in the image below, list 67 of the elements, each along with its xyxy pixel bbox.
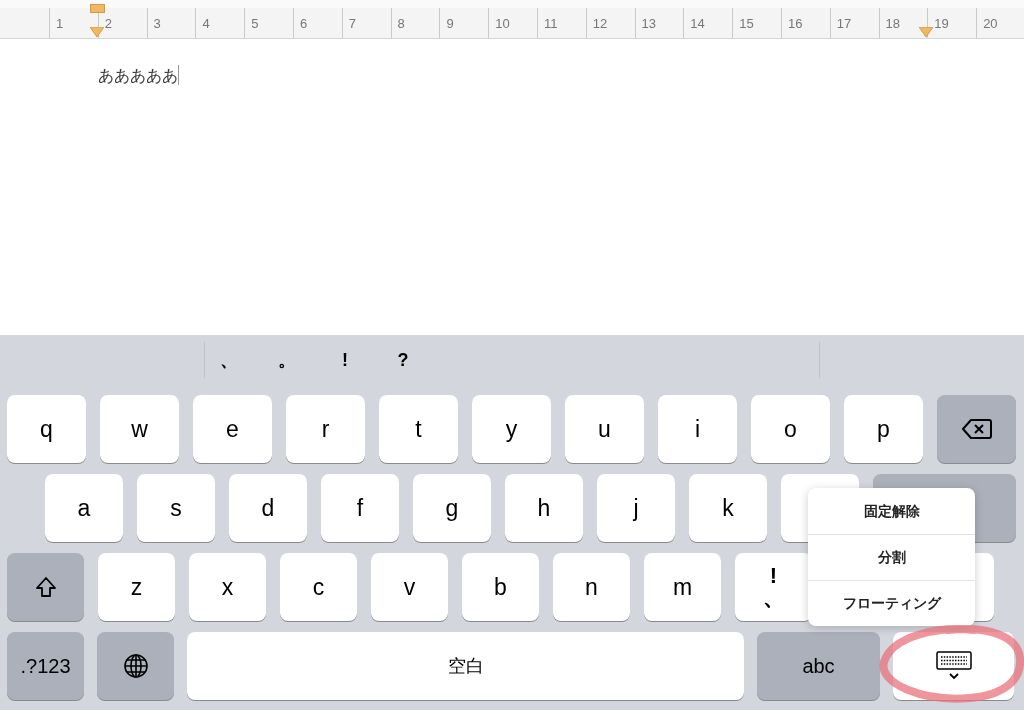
ruler-number: 17 <box>836 15 852 33</box>
ruler-number: 19 <box>934 15 949 33</box>
keyboard-hide-icon <box>935 651 972 681</box>
mode-key[interactable]: .?123 <box>7 632 84 700</box>
letter-key[interactable]: p <box>844 395 923 463</box>
letter-key[interactable]: x <box>189 553 266 621</box>
ruler-number: 2 <box>104 15 113 33</box>
ruler-number: 20 <box>983 15 998 33</box>
letter-key[interactable]: m <box>644 553 721 621</box>
globe-icon <box>122 653 149 679</box>
letter-key[interactable]: i <box>658 395 737 463</box>
letter-key[interactable]: a <box>45 474 123 542</box>
ruler-number: 13 <box>641 15 657 33</box>
ruler-number: 11 <box>543 15 558 33</box>
menu-item[interactable]: 固定解除 <box>808 488 975 534</box>
left-indent-marker-icon[interactable] <box>90 27 104 37</box>
ruler-number: 12 <box>592 15 608 33</box>
document-text: あああああ <box>98 65 178 87</box>
letter-key[interactable]: h <box>505 474 583 542</box>
candidate-punctuation[interactable]: 。 <box>277 346 297 374</box>
candidate-punctuation[interactable]: ? <box>393 346 413 374</box>
letter-key[interactable]: n <box>553 553 630 621</box>
ruler-number: 16 <box>787 15 803 33</box>
backspace-icon <box>961 418 992 440</box>
letter-key[interactable]: b <box>462 553 539 621</box>
letter-key[interactable]: t <box>379 395 458 463</box>
ruler-number: 9 <box>446 15 454 33</box>
letter-key[interactable]: o <box>751 395 830 463</box>
letter-key[interactable]: y <box>472 395 551 463</box>
shift-arrow-icon <box>34 576 57 598</box>
letter-key[interactable]: j <box>597 474 675 542</box>
menu-item[interactable]: 分割 <box>808 534 975 580</box>
ruler-number: 1 <box>56 15 64 33</box>
mode-key[interactable]: abc <box>757 632 880 700</box>
shift-key[interactable] <box>7 553 84 621</box>
letter-key[interactable]: s <box>137 474 215 542</box>
ruler-number: 3 <box>153 15 161 33</box>
ruler-number: 5 <box>251 15 259 33</box>
letter-key[interactable]: f <box>321 474 399 542</box>
letter-key[interactable]: z <box>98 553 175 621</box>
letter-key[interactable]: r <box>286 395 365 463</box>
letter-key[interactable]: v <box>371 553 448 621</box>
candidate-punctuation[interactable]: ! <box>335 346 355 374</box>
ruler-number: 14 <box>690 15 705 33</box>
letter-key[interactable]: q <box>7 395 86 463</box>
delete-key[interactable] <box>937 395 1016 463</box>
ruler-number: 7 <box>348 15 356 33</box>
ruler-number: 15 <box>739 15 754 33</box>
letter-key[interactable]: c <box>280 553 357 621</box>
globe-key[interactable] <box>97 632 174 700</box>
ruler-number: 18 <box>885 15 900 33</box>
menu-item[interactable]: フローティング <box>808 580 975 626</box>
indent-marker-icon[interactable] <box>90 4 105 13</box>
letter-key[interactable]: k <box>689 474 767 542</box>
letter-key[interactable]: d <box>229 474 307 542</box>
ruler-number: 8 <box>397 15 405 33</box>
space-key[interactable]: 空白 <box>187 632 744 700</box>
letter-key[interactable]: w <box>100 395 179 463</box>
letter-key[interactable]: g <box>413 474 491 542</box>
ruler-number: 6 <box>300 15 308 33</box>
ruler-number: 4 <box>202 15 210 33</box>
letter-key[interactable]: u <box>565 395 644 463</box>
text-cursor <box>178 65 179 85</box>
right-indent-marker-icon[interactable] <box>919 27 933 37</box>
letter-key[interactable]: e <box>193 395 272 463</box>
ruler-number: 10 <box>495 15 510 33</box>
candidate-punctuation[interactable]: 、 <box>219 346 239 374</box>
